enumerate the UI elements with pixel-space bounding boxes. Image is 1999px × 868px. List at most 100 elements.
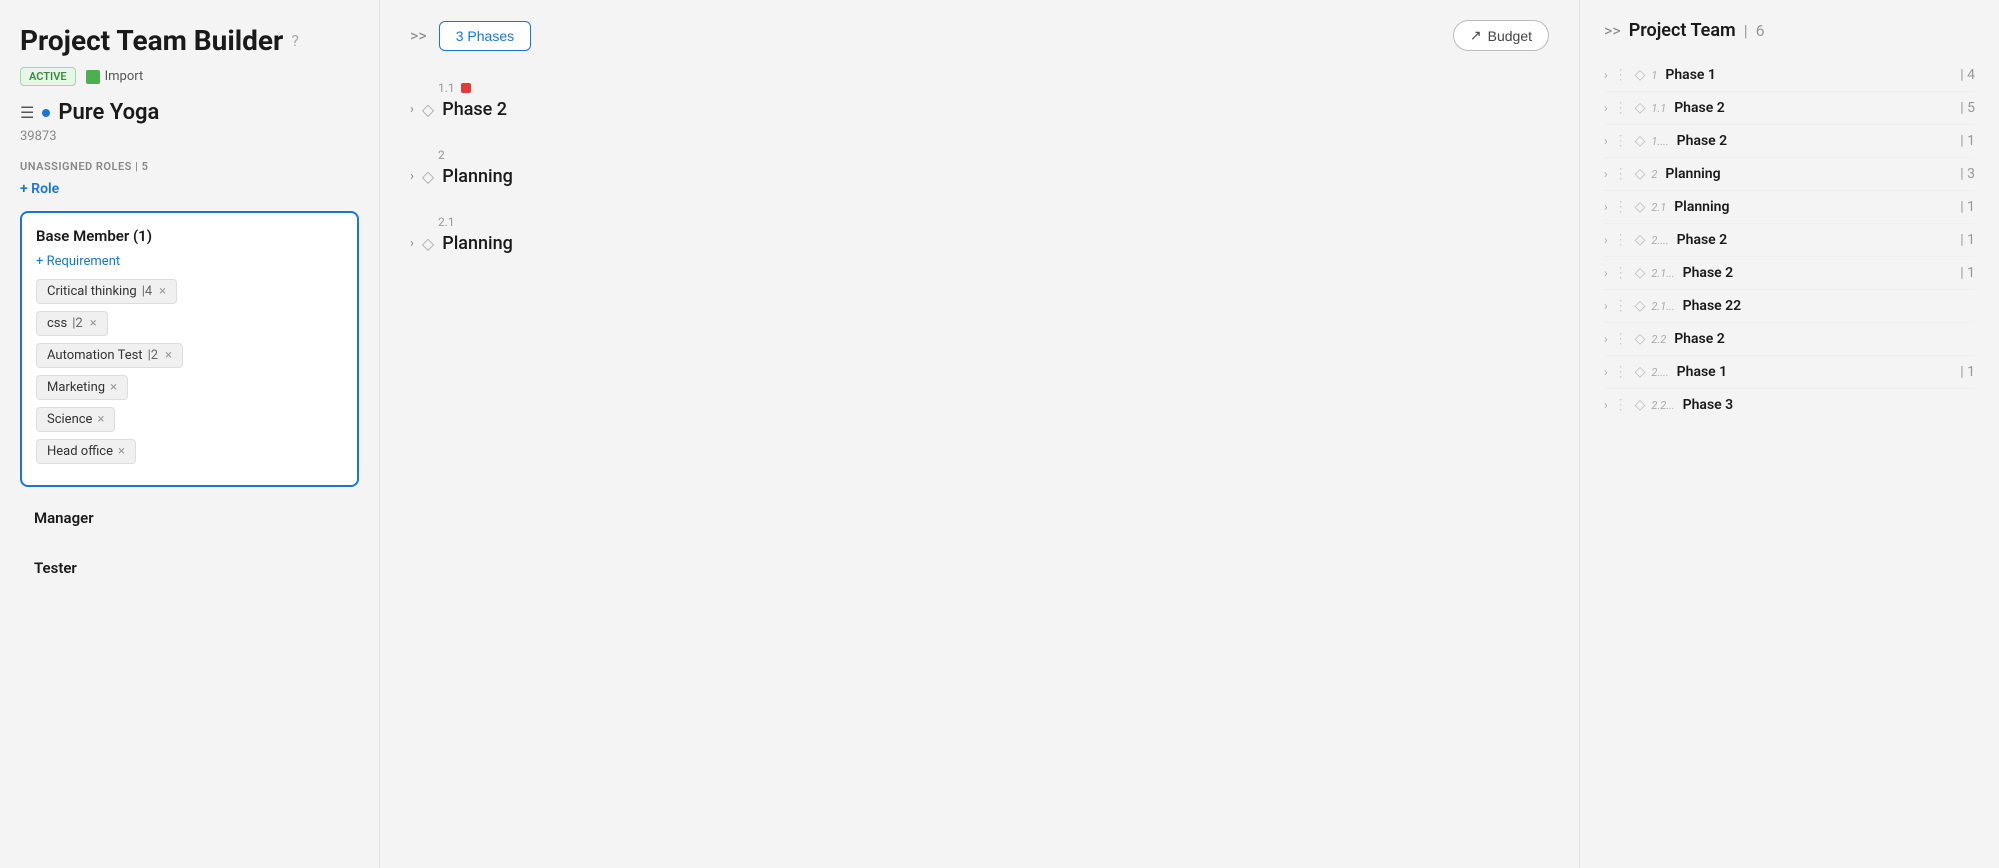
right-item-phase2-ellipsis[interactable]: › ⋮ ◇ 2.... Phase 2 | 1 (1604, 224, 1975, 257)
ri-count: | 1 (1960, 265, 1975, 281)
phases-button[interactable]: 3 Phases (439, 21, 531, 51)
tag-name: Science (47, 412, 92, 427)
tag-close-icon[interactable]: × (159, 285, 166, 298)
ri-dots-icon: ⋮ (1614, 199, 1629, 215)
right-item-phase1-1[interactable]: › ⋮ ◇ 1.1 Phase 2 | 5 (1604, 92, 1975, 125)
right-panel-count: 6 (1756, 21, 1765, 40)
page-title-text: Project Team Builder (20, 24, 283, 57)
right-panel-header: >> Project Team | 6 (1604, 20, 1975, 41)
ri-diamond-icon: ◇ (1635, 298, 1646, 314)
import-link[interactable]: Import (86, 69, 144, 84)
ri-dots-icon: ⋮ (1614, 364, 1629, 380)
ri-chevron-icon: › (1604, 134, 1608, 148)
ri-chevron-icon: › (1604, 299, 1608, 313)
chevron-right-icon[interactable]: › (410, 102, 414, 117)
phase-name-1-1: Phase 2 (442, 99, 507, 120)
phase-number-1-1: 1.1 (438, 81, 1549, 95)
diamond-icon: ◇ (422, 100, 434, 119)
title-badges: ACTIVE Import (20, 67, 359, 86)
add-role-button[interactable]: + Role (20, 181, 59, 197)
right-item-planning2[interactable]: › ⋮ ◇ 2 Planning | 3 (1604, 158, 1975, 191)
project-name: Pure Yoga (58, 100, 159, 125)
ri-phase-name: Phase 2 (1677, 232, 1728, 248)
phase-row-2-1[interactable]: › ◇ Planning (410, 233, 1549, 254)
right-item-phase2-1-ellipsis[interactable]: › ⋮ ◇ 2.1... Phase 2 | 1 (1604, 257, 1975, 290)
add-requirement-button[interactable]: + Requirement (36, 254, 120, 269)
right-item-phase1[interactable]: › ⋮ ◇ 1 Phase 1 | 4 (1604, 59, 1975, 92)
ri-phase-num: 2.1... (1651, 300, 1674, 313)
base-member-card: Base Member (1) + Requirement Critical t… (20, 211, 359, 487)
budget-button[interactable]: ↗ Budget (1453, 20, 1549, 51)
right-item-phase22[interactable]: › ⋮ ◇ 2.1... Phase 22 (1604, 290, 1975, 323)
ri-phase-name: Phase 2 (1683, 265, 1734, 281)
tag-close-icon[interactable]: × (165, 349, 172, 362)
tag-close-icon[interactable]: × (110, 381, 117, 394)
ri-diamond-icon: ◇ (1635, 265, 1646, 281)
right-panel-separator: | (1744, 21, 1748, 40)
ri-diamond-icon: ◇ (1635, 397, 1646, 413)
diamond-icon: ◇ (422, 234, 434, 253)
right-item-planning2-1[interactable]: › ⋮ ◇ 2.1 Planning | 1 (1604, 191, 1975, 224)
tag-name: Marketing (47, 380, 105, 395)
phase-row-1-1[interactable]: › ◇ Phase 2 (410, 99, 1549, 120)
external-link-icon: ↗ (1470, 27, 1482, 44)
diamond-icon: ◇ (422, 167, 434, 186)
ri-diamond-icon: ◇ (1635, 166, 1646, 182)
help-icon[interactable]: ? (291, 31, 299, 50)
hamburger-icon[interactable]: ☰ (20, 103, 34, 122)
chevron-right-icon[interactable]: › (410, 169, 414, 184)
phase-row-2[interactable]: › ◇ Planning (410, 166, 1549, 187)
ri-phase-name: Phase 2 (1674, 100, 1725, 116)
right-expand-icon[interactable]: >> (1604, 21, 1621, 40)
chevron-right-icon[interactable]: › (410, 236, 414, 251)
tag-css[interactable]: css |2 × (36, 311, 108, 336)
phase-item-2-1: 2.1 › ◇ Planning (410, 215, 1549, 254)
ri-chevron-icon: › (1604, 167, 1608, 181)
ri-phase-num: 2.1 (1651, 201, 1666, 214)
phase-item-2: 2 › ◇ Planning (410, 148, 1549, 187)
tag-count: |2 (148, 348, 158, 363)
ri-phase-num: 2.1... (1651, 267, 1674, 280)
tag-row-science: Science × (36, 407, 343, 432)
role-item-label: Manager (34, 509, 94, 527)
role-item-manager[interactable]: Manager (20, 497, 359, 539)
role-item-tester[interactable]: Tester (20, 547, 359, 589)
middle-header: >> 3 Phases ↗ Budget (410, 20, 1549, 51)
ri-diamond-icon: ◇ (1635, 100, 1646, 116)
tag-count: |2 (72, 316, 82, 331)
right-item-phase2-2[interactable]: › ⋮ ◇ 2.2 Phase 2 (1604, 323, 1975, 356)
ri-diamond-icon: ◇ (1635, 67, 1646, 83)
right-item-phase3[interactable]: › ⋮ ◇ 2.2... Phase 3 (1604, 389, 1975, 421)
phase-number-2: 2 (438, 148, 1549, 162)
tag-marketing[interactable]: Marketing × (36, 375, 128, 400)
ri-diamond-icon: ◇ (1635, 331, 1646, 347)
right-item-phase1-last[interactable]: › ⋮ ◇ 2.... Phase 1 | 1 (1604, 356, 1975, 389)
ri-diamond-icon: ◇ (1635, 133, 1646, 149)
tag-science[interactable]: Science × (36, 407, 115, 432)
ri-phase-name: Phase 2 (1677, 133, 1728, 149)
tag-count: |4 (142, 284, 152, 299)
ri-phase-name: Phase 1 (1677, 364, 1728, 380)
ri-count: | 1 (1960, 232, 1975, 248)
tag-close-icon[interactable]: × (97, 413, 104, 426)
right-item-phase1-ellipsis[interactable]: › ⋮ ◇ 1.... Phase 2 | 1 (1604, 125, 1975, 158)
ri-phase-num: 2.... (1651, 366, 1668, 379)
tag-close-icon[interactable]: × (90, 317, 97, 330)
tag-name: Critical thinking (47, 284, 137, 299)
tag-head-office[interactable]: Head office × (36, 439, 136, 464)
expand-arrows-icon[interactable]: >> (410, 26, 427, 45)
ri-dots-icon: ⋮ (1614, 265, 1629, 281)
phase-item-1-1: 1.1 › ◇ Phase 2 (410, 81, 1549, 120)
ri-dots-icon: ⋮ (1614, 133, 1629, 149)
tag-critical-thinking[interactable]: Critical thinking |4 × (36, 279, 177, 304)
tag-automation-test[interactable]: Automation Test |2 × (36, 343, 183, 368)
ri-dots-icon: ⋮ (1614, 166, 1629, 182)
ri-count: | 1 (1960, 364, 1975, 380)
ri-count: | 1 (1960, 133, 1975, 149)
ri-count: | 3 (1960, 166, 1975, 182)
tag-row-automation-test: Automation Test |2 × (36, 343, 343, 368)
project-name-row: ☰ Pure Yoga (20, 100, 359, 125)
ri-dots-icon: ⋮ (1614, 298, 1629, 314)
tag-close-icon[interactable]: × (118, 445, 125, 458)
ri-chevron-icon: › (1604, 233, 1608, 247)
